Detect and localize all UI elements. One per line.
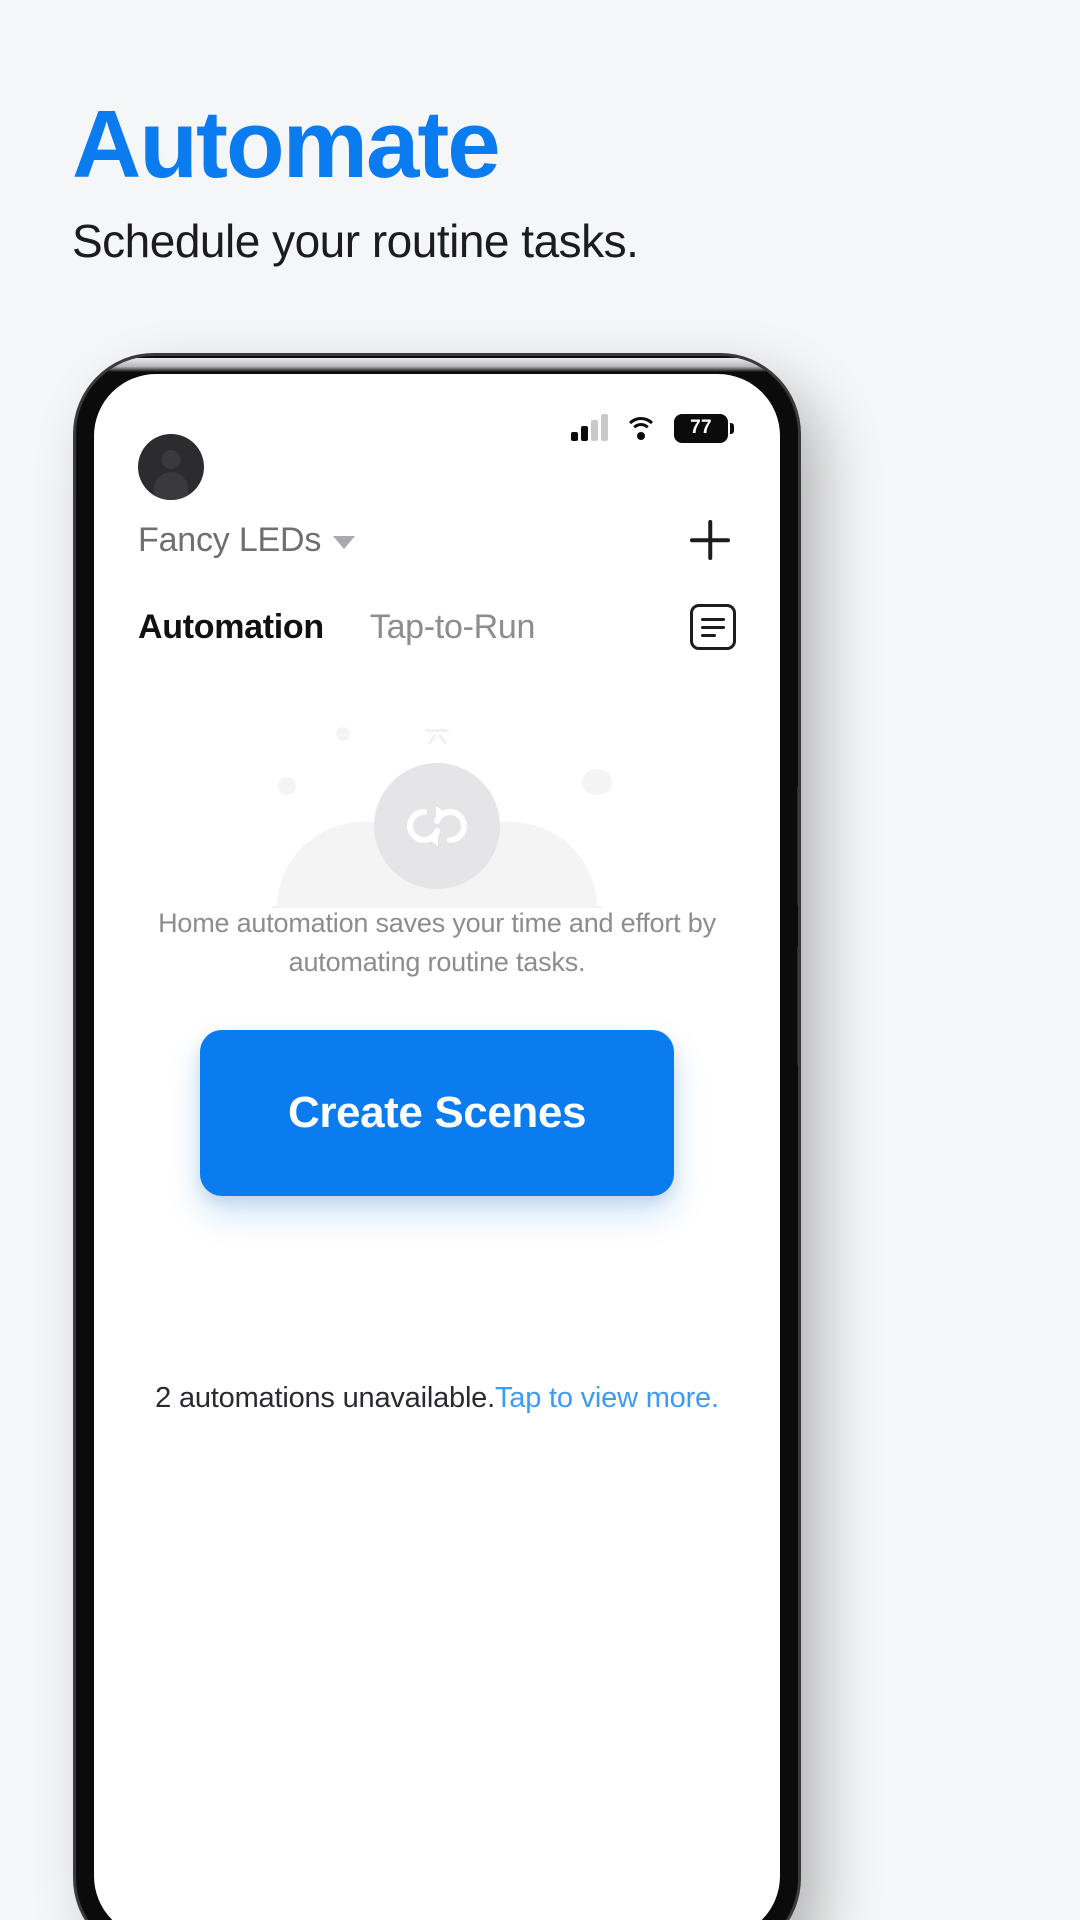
list-view-icon[interactable] — [690, 604, 736, 650]
illustration-cloud — [278, 777, 296, 795]
chevron-down-icon — [333, 536, 356, 549]
empty-state-message: Home automation saves your time and effo… — [158, 908, 716, 978]
plus-icon[interactable] — [684, 514, 736, 566]
home-selector-row: Fancy LEDs — [138, 514, 736, 566]
illustration-cloud — [582, 769, 612, 795]
app-header: Fancy LEDs Automation Tap-to-Run — [94, 434, 780, 650]
phone-volume-up-button — [797, 786, 798, 906]
illustration-spark-icon — [409, 725, 465, 745]
home-selector[interactable]: Fancy LEDs — [138, 520, 356, 560]
illustration-cloud — [336, 727, 350, 741]
battery-cap — [730, 422, 734, 434]
page-subtitle: Schedule your routine tasks. — [72, 214, 639, 267]
tabs-row: Automation Tap-to-Run — [138, 604, 736, 650]
tab-tap-to-run[interactable]: Tap-to-Run — [370, 608, 536, 647]
user-avatar-icon[interactable] — [138, 434, 204, 500]
phone-mockup: 77 Fancy LEDs Automation Tap-to-Run Home… — [76, 356, 798, 1920]
promo-header: Automate Schedule your routine tasks. — [72, 96, 1012, 267]
phone-screen: 77 Fancy LEDs Automation Tap-to-Run Home… — [94, 374, 780, 1920]
loop-arrows-glyph — [407, 806, 467, 846]
phone-volume-down-button — [797, 946, 798, 1066]
view-more-link[interactable]: Tap to view more. — [495, 1382, 719, 1414]
page-title: Automate — [72, 91, 501, 198]
create-scenes-button[interactable]: Create Scenes — [200, 1030, 674, 1196]
tab-automation[interactable]: Automation — [138, 608, 324, 647]
empty-state-illustration — [94, 726, 780, 926]
tabs: Automation Tap-to-Run — [138, 608, 535, 647]
footer-note: 2 automations unavailable.Tap to view mo… — [94, 1382, 780, 1415]
unavailable-count-label: 2 automations unavailable. — [155, 1382, 495, 1414]
automation-loop-icon — [278, 727, 612, 889]
home-name-label: Fancy LEDs — [138, 520, 322, 559]
